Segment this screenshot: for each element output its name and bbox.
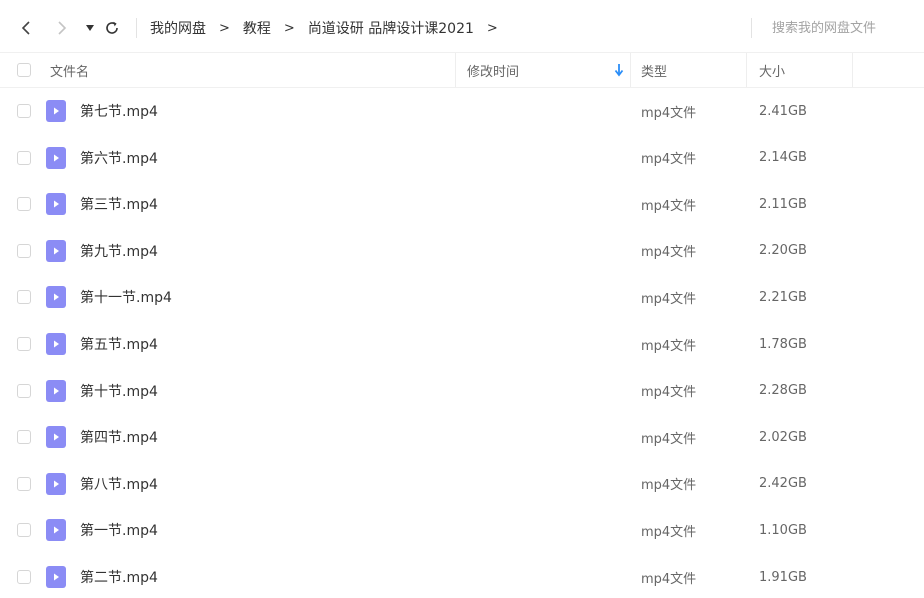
video-file-icon [46,472,66,495]
file-row[interactable]: 第十节.mp4 mp4文件 2.28GB [0,368,924,414]
file-type: mp4文件 [641,478,697,494]
column-divider [746,53,747,87]
file-row[interactable]: 第五节.mp4 mp4文件 1.78GB [0,321,924,367]
column-header-modified[interactable]: 修改时间 [467,53,519,87]
video-file-icon [46,519,66,542]
breadcrumb: 我的网盘 > 教程 > 尚道设研 品牌设计课2021 > [150,16,511,40]
file-type: mp4文件 [641,291,697,307]
file-size: 2.41GB [759,103,807,119]
chevron-left-icon [21,21,30,35]
row-checkbox[interactable] [17,290,31,305]
caret-down-icon [86,25,94,31]
file-size: 1.91GB [759,569,807,585]
video-file-icon [46,146,66,169]
toolbar: 我的网盘 > 教程 > 尚道设研 品牌设计课2021 > [0,0,924,52]
column-divider [630,53,631,87]
file-row[interactable]: 第八节.mp4 mp4文件 2.42GB [0,461,924,507]
video-file-icon [46,286,66,309]
file-size: 2.21GB [759,289,807,305]
refresh-icon [106,21,118,34]
file-size: 2.20GB [759,243,807,259]
column-header: 文件名 修改时间 类型 大小 [0,52,924,88]
search-divider [751,18,752,38]
column-divider [455,53,456,87]
refresh-button[interactable] [101,17,123,39]
file-name[interactable]: 第十一节.mp4 [80,274,172,320]
video-file-icon [46,239,66,262]
file-type: mp4文件 [641,524,697,540]
video-file-icon [46,333,66,355]
file-row[interactable]: 第一节.mp4 mp4文件 1.10GB [0,507,924,553]
toolbar-divider [136,18,137,38]
file-size: 2.42GB [759,476,807,492]
video-file-icon [46,379,66,402]
file-size: 2.02GB [759,429,807,445]
back-button[interactable] [15,17,37,39]
row-checkbox[interactable] [17,243,31,258]
file-name[interactable]: 第七节.mp4 [80,88,158,134]
row-checkbox[interactable] [17,430,31,445]
file-name[interactable]: 第二节.mp4 [80,554,158,598]
select-all-checkbox[interactable] [17,63,31,77]
file-row[interactable]: 第六节.mp4 mp4文件 2.14GB [0,135,924,181]
row-checkbox[interactable] [17,337,31,351]
file-size: 2.28GB [759,383,807,399]
breadcrumb-item-tutorials[interactable]: 教程 [243,18,271,38]
file-type: mp4文件 [641,245,697,261]
file-type: mp4文件 [641,198,697,214]
row-checkbox[interactable] [17,197,31,212]
file-row[interactable]: 第九节.mp4 mp4文件 2.20GB [0,228,924,274]
search-input[interactable] [760,16,910,40]
file-row[interactable]: 第二节.mp4 mp4文件 1.91GB [0,554,924,598]
file-type: mp4文件 [641,431,697,447]
video-file-icon [46,193,66,216]
file-name[interactable]: 第五节.mp4 [80,321,158,367]
file-browser-window: 我的网盘 > 教程 > 尚道设研 品牌设计课2021 > 文件名 修改时间 类型… [0,0,924,598]
row-checkbox[interactable] [17,104,31,118]
breadcrumb-separator: > [219,20,230,36]
file-row[interactable]: 第四节.mp4 mp4文件 2.02GB [0,414,924,460]
breadcrumb-item-my-drive[interactable]: 我的网盘 [150,18,206,38]
row-checkbox[interactable] [17,383,31,398]
forward-button[interactable] [51,17,73,39]
file-row[interactable]: 第三节.mp4 mp4文件 2.11GB [0,181,924,227]
file-type: mp4文件 [641,338,697,354]
file-name[interactable]: 第九节.mp4 [80,228,158,274]
file-row[interactable]: 第七节.mp4 mp4文件 2.41GB [0,88,924,134]
file-row[interactable]: 第十一节.mp4 mp4文件 2.21GB [0,274,924,320]
file-size: 2.11GB [759,196,807,212]
row-checkbox[interactable] [17,150,31,165]
column-header-type[interactable]: 类型 [641,53,667,87]
column-header-name[interactable]: 文件名 [50,53,89,87]
file-size: 1.78GB [759,336,807,352]
column-divider [852,53,853,87]
file-name[interactable]: 第四节.mp4 [80,414,158,460]
file-name[interactable]: 第一节.mp4 [80,507,158,553]
file-type: mp4文件 [641,385,697,401]
file-type: mp4文件 [641,105,697,121]
file-type: mp4文件 [641,152,697,168]
file-name[interactable]: 第八节.mp4 [80,461,158,507]
column-header-size[interactable]: 大小 [759,53,785,87]
sort-descending-icon[interactable] [614,63,624,77]
video-file-icon [46,426,66,449]
breadcrumb-item-course[interactable]: 尚道设研 品牌设计课2021 [308,18,474,38]
file-name[interactable]: 第十节.mp4 [80,368,158,414]
breadcrumb-expand-button[interactable]: > [487,21,498,36]
row-checkbox[interactable] [17,476,31,491]
file-size: 1.10GB [759,522,807,538]
history-dropdown-button[interactable] [81,17,99,39]
file-name[interactable]: 第三节.mp4 [80,181,158,227]
video-file-icon [46,100,66,122]
file-size: 2.14GB [759,150,807,166]
row-checkbox[interactable] [17,523,31,538]
file-name[interactable]: 第六节.mp4 [80,135,158,181]
breadcrumb-separator: > [283,20,295,36]
video-file-icon [46,566,66,588]
row-checkbox[interactable] [17,570,31,584]
file-type: mp4文件 [641,571,697,587]
chevron-right-icon [58,21,67,35]
